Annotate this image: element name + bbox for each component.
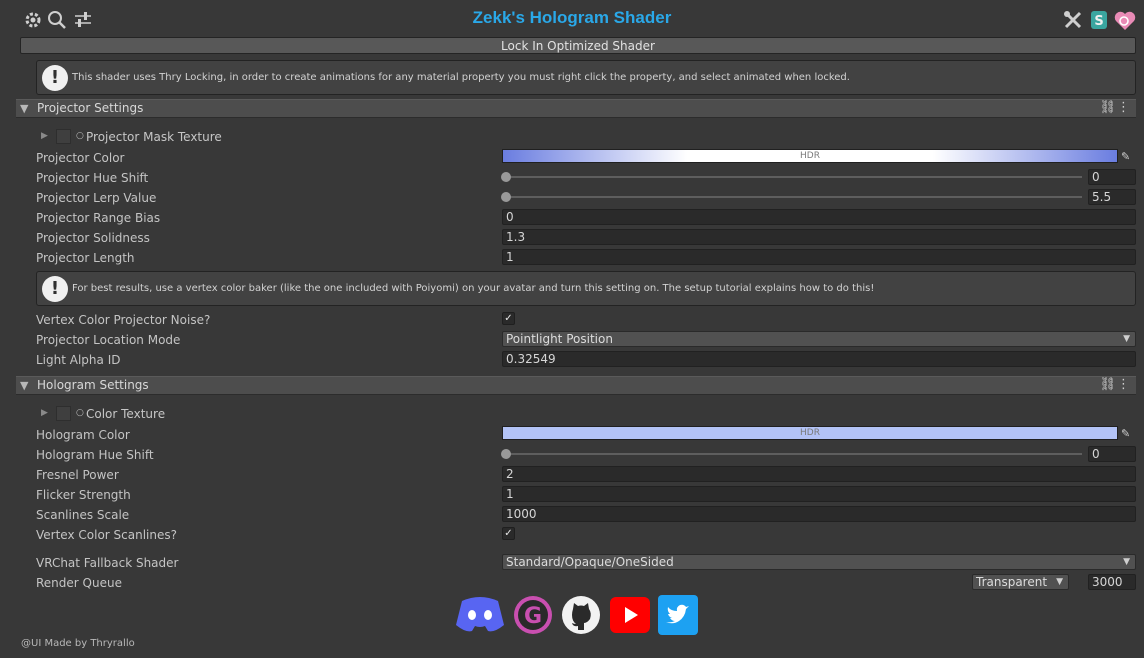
scanlines-field[interactable]: 1000 (502, 506, 1136, 522)
svg-text:G: G (524, 604, 542, 629)
link-icon[interactable]: ⛓ (1099, 100, 1116, 115)
projector-length-label: Projector Length (36, 251, 135, 265)
slider-knob[interactable] (501, 192, 511, 202)
section-header-projector[interactable]: ▼ Projector Settings ⛓ ⋮ (16, 99, 1136, 118)
render-queue-dropdown[interactable]: Transparent ▼ (972, 574, 1069, 590)
collapse-arrow-icon[interactable]: ▼ (20, 379, 28, 392)
collapse-arrow-icon[interactable]: ▼ (20, 102, 28, 115)
hologram-hue-shift-label: Hologram Hue Shift (36, 448, 154, 462)
menu-dots-icon[interactable]: ⋮ (1117, 377, 1130, 392)
menu-dots-icon[interactable]: ⋮ (1117, 100, 1130, 115)
hologram-color-swatch[interactable]: HDR (502, 426, 1118, 440)
projector-solidness-field[interactable]: 1.3 (502, 229, 1136, 245)
gumroad-icon[interactable]: G (513, 595, 553, 635)
hdr-label: HDR (800, 151, 820, 161)
info-icon: ! (42, 276, 68, 302)
fresnel-label: Fresnel Power (36, 468, 119, 482)
projector-range-bias-field[interactable]: 0 (502, 209, 1136, 225)
hdr-label: HDR (800, 428, 820, 438)
light-alpha-field[interactable]: 0.32549 (502, 351, 1136, 367)
slider-knob[interactable] (501, 172, 511, 182)
chevron-down-icon: ▼ (1123, 557, 1130, 567)
slider-track[interactable] (506, 453, 1082, 455)
vertex-scanlines-checkbox[interactable]: ✓ (502, 527, 515, 540)
eyedropper-icon[interactable]: ✎ (1121, 427, 1135, 441)
vertex-noise-checkbox[interactable]: ✓ (502, 312, 515, 325)
fallback-label: VRChat Fallback Shader (36, 556, 179, 570)
youtube-icon[interactable] (610, 595, 650, 635)
projector-hue-shift-label: Projector Hue Shift (36, 171, 149, 185)
footer-credit: @UI Made by Thryrallo (21, 638, 135, 649)
light-alpha-label: Light Alpha ID (36, 353, 121, 367)
projector-color-label: Projector Color (36, 151, 125, 165)
info-text: For best results, use a vertex color bak… (72, 283, 875, 294)
discord-icon[interactable] (454, 595, 504, 635)
location-mode-dropdown[interactable]: Pointlight Position ▼ (502, 331, 1136, 347)
hologram-color-label: Hologram Color (36, 428, 130, 442)
twitter-icon[interactable] (658, 595, 698, 635)
slider-knob[interactable] (501, 449, 511, 459)
projector-color-swatch[interactable]: HDR (502, 149, 1118, 163)
tools-icon[interactable] (1063, 10, 1083, 30)
projector-lerp-field[interactable]: 5.5 (1088, 189, 1136, 205)
info-box-locking: ! This shader uses Thry Locking, in orde… (36, 60, 1136, 95)
eyedropper-icon[interactable]: ✎ (1121, 150, 1135, 164)
link-icon[interactable]: ⛓ (1099, 377, 1116, 392)
info-icon: ! (42, 65, 68, 91)
hologram-hue-shift-field[interactable]: 0 (1088, 446, 1136, 462)
fallback-dropdown[interactable]: Standard/Opaque/OneSided ▼ (502, 554, 1136, 570)
lock-in-button[interactable]: Lock In Optimized Shader (20, 37, 1136, 54)
expand-arrow-icon[interactable]: ▶ (41, 408, 48, 418)
github-icon[interactable] (561, 595, 601, 635)
scanlines-label: Scanlines Scale (36, 508, 130, 522)
vertex-scanlines-label: Vertex Color Scanlines? (36, 528, 177, 542)
texture-slot[interactable] (56, 406, 71, 421)
render-queue-field[interactable]: 3000 (1088, 574, 1136, 590)
projector-hue-shift-field[interactable]: 0 (1088, 169, 1136, 185)
chevron-down-icon: ▼ (1123, 334, 1130, 344)
dropdown-value: Transparent (976, 575, 1048, 589)
picker-circle-icon[interactable]: ○ (76, 131, 84, 141)
page-title: Zekk's Hologram Shader (472, 8, 672, 27)
shader-s-icon[interactable]: S (1089, 10, 1109, 30)
chevron-down-icon: ▼ (1056, 577, 1063, 587)
slider-track[interactable] (506, 176, 1082, 178)
projector-length-field[interactable]: 1 (502, 249, 1136, 265)
picker-circle-icon[interactable]: ○ (76, 408, 84, 418)
location-mode-label: Projector Location Mode (36, 333, 181, 347)
section-header-hologram[interactable]: ▼ Hologram Settings ⛓ ⋮ (16, 376, 1136, 395)
flicker-label: Flicker Strength (36, 488, 131, 502)
section-title: Hologram Settings (37, 378, 149, 392)
info-box-vertex: ! For best results, use a vertex color b… (36, 271, 1136, 306)
section-title: Projector Settings (37, 101, 144, 115)
heart-icon[interactable] (1113, 10, 1136, 31)
slider-track[interactable] (506, 196, 1082, 198)
projector-lerp-label: Projector Lerp Value (36, 191, 157, 205)
vertex-noise-label: Vertex Color Projector Noise? (36, 313, 211, 327)
texture-label: Projector Mask Texture (86, 130, 222, 144)
dropdown-value: Standard/Opaque/OneSided (506, 555, 674, 569)
expand-arrow-icon[interactable]: ▶ (41, 131, 48, 141)
dropdown-value: Pointlight Position (506, 332, 613, 346)
info-text: This shader uses Thry Locking, in order … (72, 72, 850, 83)
render-queue-label: Render Queue (36, 576, 122, 590)
projector-range-bias-label: Projector Range Bias (36, 211, 161, 225)
projector-solidness-label: Projector Solidness (36, 231, 150, 245)
svg-text:S: S (1094, 14, 1103, 29)
texture-slot[interactable] (56, 129, 71, 144)
fresnel-field[interactable]: 2 (502, 466, 1136, 482)
flicker-field[interactable]: 1 (502, 486, 1136, 502)
texture-label: Color Texture (86, 407, 166, 421)
